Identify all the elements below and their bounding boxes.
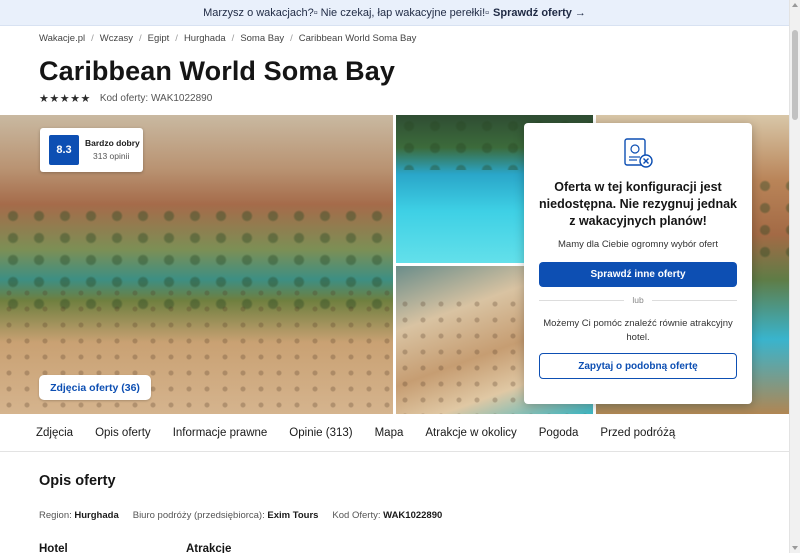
photos-button[interactable]: Zdjęcia oferty (36) — [39, 375, 151, 400]
breadcrumb: Wakacje.pl / Wczasy / Egipt / Hurghada / Som… — [39, 33, 417, 44]
breadcrumb-item-wczasy[interactable]: Wczasy — [100, 33, 133, 44]
tab-offer-description[interactable]: Opis oferty — [95, 427, 151, 439]
tab-photos[interactable]: Zdjęcia — [36, 427, 73, 439]
breadcrumb-item-current: Caribbean World Soma Bay — [298, 33, 417, 44]
scrollbar-thumb[interactable] — [792, 30, 798, 120]
promo-check-offers-link[interactable]: Sprawdź oferty → — [493, 7, 586, 19]
tab-reviews[interactable]: Opinie (313) — [289, 427, 352, 439]
breadcrumb-item-hurghada[interactable]: Hurghada — [184, 33, 226, 44]
modal-help-text: Możemy Ci pomóc znaleźć równie atrakcyjn… — [543, 318, 733, 343]
tab-legal-info[interactable]: Informacje prawne — [173, 427, 268, 439]
rating-badge: 8.3 Bardzo dobry 313 opinii — [40, 128, 143, 172]
or-label: lub — [632, 295, 644, 305]
section-tabs: Zdjęcia Opis oferty Informacje prawne Op… — [0, 414, 789, 452]
modal-subtitle: Mamy dla Ciebie ogromny wybór ofert — [558, 239, 718, 250]
document-cancel-icon — [624, 138, 653, 168]
offer-code: Kod oferty: WAK1022890 — [99, 93, 213, 104]
promo-banner: Marzysz o wakacjach?▫ Nie czekaj, łap wa… — [0, 0, 789, 26]
modal-title: Oferta w tej konfiguracji jest niedostęp… — [539, 180, 737, 228]
promo-text: Marzysz o wakacjach?▫ Nie czekaj, łap wa… — [203, 6, 490, 19]
offer-details: Region: Hurghada Biuro podróży (przedsię… — [39, 510, 456, 521]
code-detail: Kod Oferty: WAK1022890 — [332, 510, 442, 521]
unavailable-offer-modal: Oferta w tej konfiguracji jest niedostęp… — [524, 123, 752, 404]
tab-map[interactable]: Mapa — [375, 427, 404, 439]
star-rating: ★★★★★ — [39, 93, 91, 105]
rating-count: 313 opinii — [93, 151, 130, 161]
region-value: Hurghada — [74, 510, 119, 521]
tab-before-trip[interactable]: Przed podróżą — [600, 427, 675, 439]
attractions-heading: Atrakcje — [186, 543, 232, 553]
operator-label: Biuro podróży (przedsiębiorca): — [132, 510, 265, 521]
rating-score: 8.3 — [49, 135, 79, 165]
ask-similar-offer-button[interactable]: Zapytaj o podobną ofertę — [539, 353, 737, 379]
hotel-heading: Hotel — [39, 543, 68, 553]
scrollbar[interactable] — [789, 0, 800, 553]
hotel-meta: ★★★★★ Kod oferty: WAK1022890 — [39, 92, 212, 105]
code-label: Kod Oferty: — [332, 510, 381, 521]
rating-label: Bardzo dobry — [85, 138, 140, 148]
region-detail: Region: Hurghada — [39, 510, 119, 521]
offer-description-title: Opis oferty — [39, 473, 116, 489]
scroll-down-icon[interactable] — [792, 546, 798, 550]
operator-value: Exim Tours — [267, 510, 319, 521]
or-divider: lub — [539, 295, 737, 305]
tab-nearby-attractions[interactable]: Atrakcje w okolicy — [425, 427, 516, 439]
check-other-offers-button[interactable]: Sprawdź inne oferty — [539, 262, 737, 287]
breadcrumb-item-wakacje[interactable]: Wakacje.pl — [39, 33, 85, 44]
tab-weather[interactable]: Pogoda — [539, 427, 579, 439]
breadcrumb-item-egipt[interactable]: Egipt — [148, 33, 170, 44]
code-value: WAK1022890 — [383, 510, 443, 521]
operator-detail: Biuro podróży (przedsiębiorca): Exim Tou… — [133, 510, 319, 521]
scroll-up-icon[interactable] — [792, 3, 798, 7]
region-label: Region: — [39, 510, 72, 521]
breadcrumb-item-soma-bay[interactable]: Soma Bay — [240, 33, 284, 44]
page-title: Caribbean World Soma Bay — [39, 56, 395, 86]
